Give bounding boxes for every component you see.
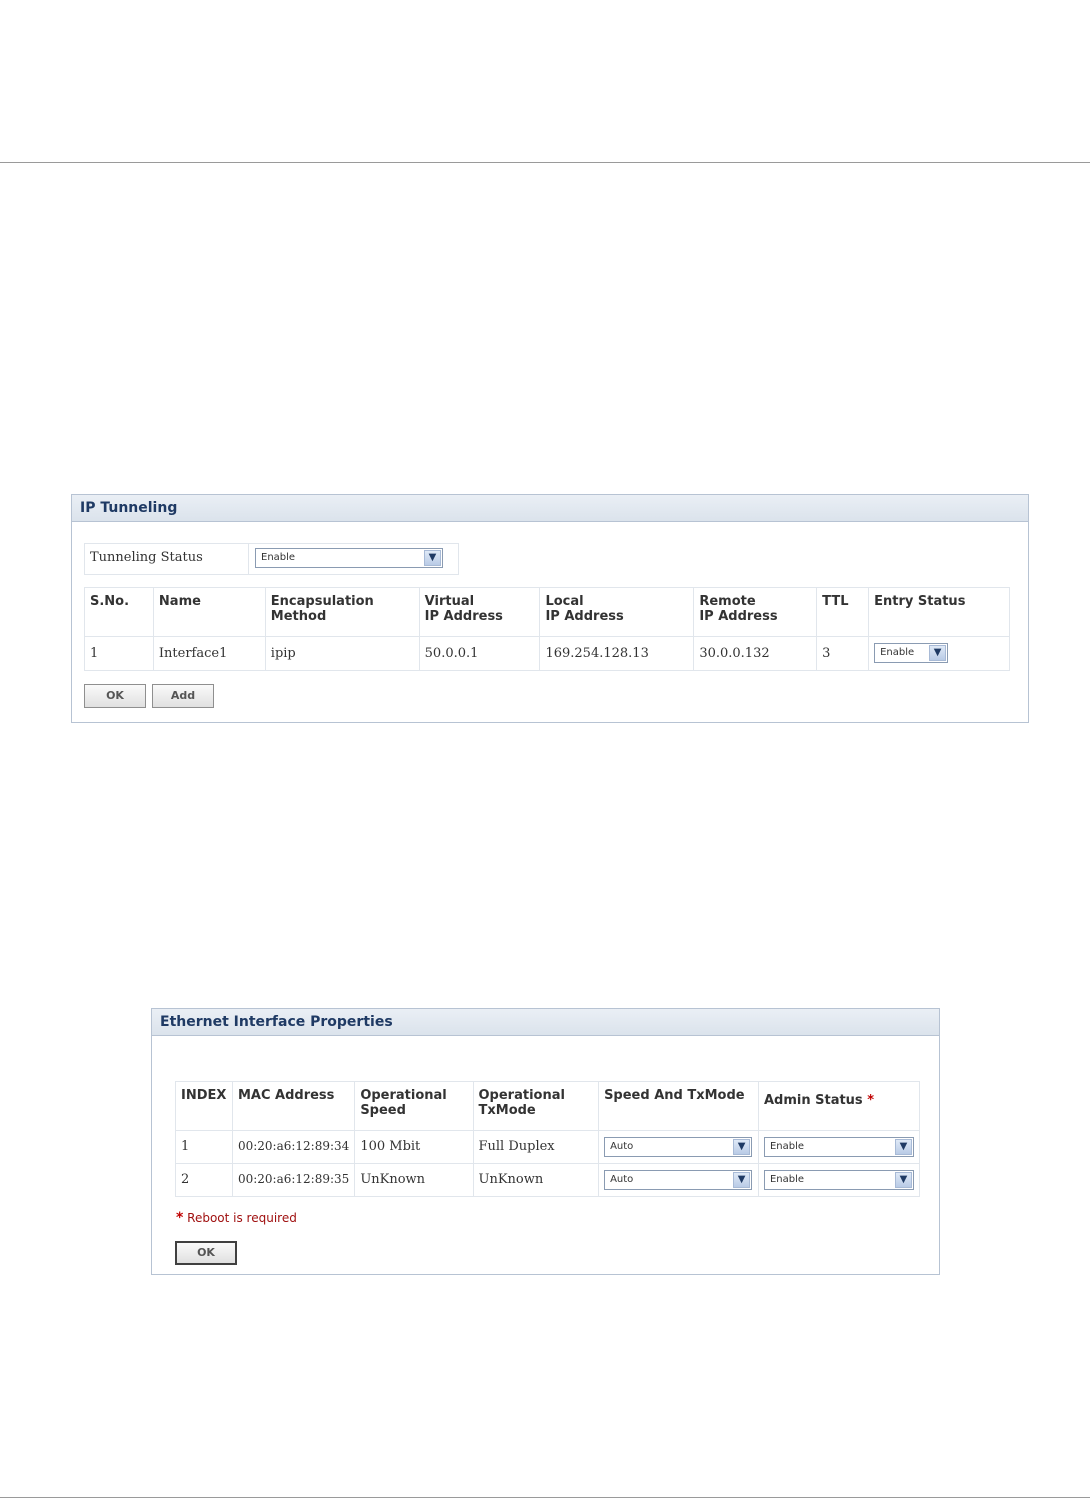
col-encapsulation: Encapsulation Method [264, 587, 420, 637]
col-remote-ip: Remote IP Address [693, 587, 818, 637]
tunneling-status-table: Tunneling Status Enable ▼ [84, 543, 459, 575]
cell-remote-ip: 30.0.0.132 [693, 636, 818, 671]
tunnel-table-header: S.No. Name Encapsulation Method Virtual … [84, 587, 1010, 637]
col-entry-status: Entry Status [868, 587, 1010, 637]
cell-index: 1 [175, 1130, 233, 1164]
col-op-txmode: Operational TxMode [472, 1081, 600, 1131]
cell-encapsulation: ipip [264, 636, 420, 671]
reboot-note: * Reboot is required [176, 1210, 297, 1226]
chevron-down-icon: ▼ [894, 1172, 912, 1188]
cell-local-ip: 169.254.128.13 [539, 636, 695, 671]
cell-sno: 1 [84, 636, 154, 671]
speed-txmode-select[interactable]: Auto ▼ [604, 1170, 753, 1190]
ip-tunneling-panel: IP Tunneling Tunneling Status Enable ▼ S… [71, 494, 1029, 723]
ethernet-panel: Ethernet Interface Properties INDEX MAC … [151, 1008, 940, 1275]
cell-op-speed: UnKnown [354, 1163, 474, 1197]
table-row: 1 Interface1 ipip 50.0.0.1 169.254.128.1… [84, 636, 1010, 671]
entry-status-select[interactable]: Enable ▼ [874, 643, 949, 663]
table-row: 1 00:20:a6:12:89:34 100 Mbit Full Duplex… [175, 1130, 921, 1164]
cell-op-txmode: Full Duplex [472, 1130, 600, 1164]
tunneling-status-value: Enable [261, 552, 296, 563]
col-index: INDEX [175, 1081, 233, 1131]
admin-status-select[interactable]: Enable ▼ [763, 1170, 914, 1190]
chevron-down-icon: ▼ [733, 1172, 751, 1188]
cell-ttl: 3 [816, 636, 870, 671]
cell-virtual-ip: 50.0.0.1 [418, 636, 541, 671]
col-sno: S.No. [84, 587, 154, 637]
chevron-down-icon: ▼ [929, 645, 947, 661]
cell-index: 2 [175, 1163, 233, 1197]
tunnel-ok-button[interactable]: OK [84, 684, 146, 708]
col-ttl: TTL [816, 587, 870, 637]
tunneling-status-select[interactable]: Enable ▼ [255, 548, 443, 568]
col-admin-status: Admin Status * [757, 1081, 921, 1131]
col-mac: MAC Address [231, 1081, 356, 1131]
tunnel-table: S.No. Name Encapsulation Method Virtual … [84, 587, 1010, 671]
col-name: Name [152, 587, 266, 637]
chevron-down-icon: ▼ [424, 550, 441, 566]
cell-op-txmode: UnKnown [472, 1163, 600, 1197]
chevron-down-icon: ▼ [894, 1139, 912, 1155]
ethernet-table-header: INDEX MAC Address Operational Speed Oper… [175, 1081, 921, 1131]
cell-mac: 00:20:a6:12:89:34 [231, 1130, 356, 1164]
cell-mac: 00:20:a6:12:89:35 [231, 1163, 356, 1197]
col-speed-txmode: Speed And TxMode [598, 1081, 759, 1131]
col-virtual-ip: Virtual IP Address [418, 587, 541, 637]
table-row: 2 00:20:a6:12:89:35 UnKnown UnKnown Auto… [175, 1163, 921, 1197]
ethernet-ok-button[interactable]: OK [175, 1241, 237, 1265]
ethernet-title: Ethernet Interface Properties [152, 1009, 939, 1036]
top-divider [0, 162, 1090, 163]
chevron-down-icon: ▼ [733, 1139, 751, 1155]
ethernet-table: INDEX MAC Address Operational Speed Oper… [175, 1081, 921, 1197]
required-mark: * [176, 1210, 184, 1226]
admin-status-select[interactable]: Enable ▼ [763, 1137, 914, 1157]
cell-op-speed: 100 Mbit [354, 1130, 474, 1164]
ip-tunneling-title: IP Tunneling [72, 495, 1028, 522]
entry-status-value: Enable [880, 647, 915, 658]
col-op-speed: Operational Speed [354, 1081, 474, 1131]
col-local-ip: Local IP Address [539, 587, 695, 637]
speed-txmode-select[interactable]: Auto ▼ [604, 1137, 753, 1157]
bottom-divider [0, 1497, 1090, 1498]
required-mark: * [867, 1093, 875, 1108]
tunnel-add-button[interactable]: Add [152, 684, 214, 708]
cell-name: Interface1 [152, 636, 266, 671]
tunneling-status-label: Tunneling Status [84, 543, 249, 575]
